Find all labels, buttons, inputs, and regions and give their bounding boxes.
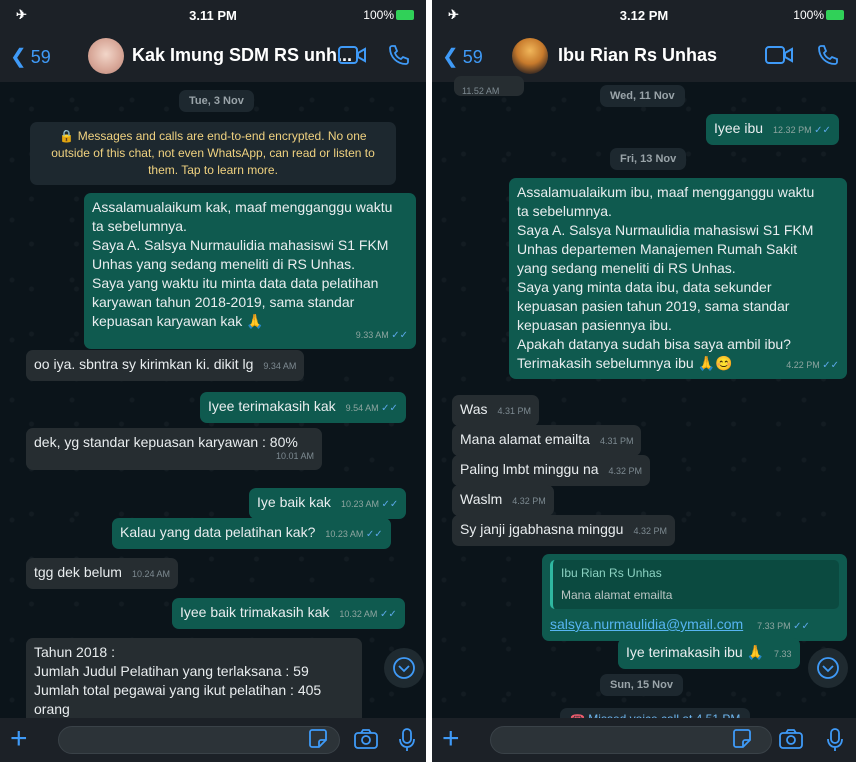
message-bubble[interactable]: dek, yg standar kepuasan karyawan : 80% … (26, 428, 322, 470)
message-bubble[interactable]: Kalau yang data pelatihan kak? 10.23 AM ✓… (112, 518, 391, 549)
unread-count: 59 (462, 47, 483, 67)
plus-icon[interactable]: + (10, 722, 28, 756)
scroll-down-icon (817, 657, 839, 679)
email-link[interactable]: salsya.nurmaulidia@ymail.com (550, 616, 743, 632)
message-list[interactable]: 11.52 AM Wed, 11 Nov Iyee ibu 12.32 PM ✓✓… (432, 76, 856, 730)
right-phone-screenshot: ✈ 3.12 PM 100% ❮ 59 Ibu Rian Rs Unhas 11.… (432, 0, 856, 762)
battery-indicator: 100% (793, 8, 844, 22)
contact-name[interactable]: Ibu Rian Rs Unhas (558, 45, 717, 66)
status-bar: ✈ 3.12 PM 100% (432, 0, 856, 30)
back-button[interactable]: ❮ 59 (10, 44, 51, 69)
chat-header: ❮ 59 Kak Imung SDM RS unh... (0, 30, 426, 82)
video-call-icon[interactable] (337, 43, 367, 67)
mic-icon[interactable] (398, 727, 416, 753)
message-bubble[interactable]: Iye baik kak 10.23 AM ✓✓ (249, 488, 407, 519)
back-chevron-icon: ❮ (10, 46, 27, 68)
battery-icon (826, 10, 844, 20)
message-bubble[interactable]: Paling lmbt minggu na 4.32 PM (452, 455, 651, 486)
reply-message-bubble[interactable]: Ibu Rian Rs Unhas Mana alamat emailta sa… (542, 554, 847, 641)
compose-bar: + (432, 718, 856, 762)
voice-call-icon[interactable] (387, 43, 411, 67)
date-chip: Fri, 13 Nov (610, 148, 687, 170)
status-bar: ✈ 3.11 PM 100% (0, 0, 426, 30)
message-bubble[interactable]: Iyee terimakasih kak 9.54 AM ✓✓ (200, 392, 406, 423)
left-phone-screenshot: ✈ 3.11 PM 100% ❮ 59 Kak Imung SDM RS unh.… (0, 0, 426, 762)
scroll-to-bottom-button[interactable] (384, 648, 424, 688)
message-list[interactable]: Tue, 3 Nov 🔒 Messages and calls are end-… (0, 82, 426, 728)
message-input[interactable] (58, 726, 340, 754)
back-button[interactable]: ❮ 59 (442, 44, 483, 69)
unread-count: 59 (30, 47, 51, 67)
message-bubble[interactable]: Mana alamat emailta 4.31 PM (452, 425, 642, 456)
battery-percent: 100% (793, 8, 824, 22)
back-chevron-icon: ❮ (442, 46, 459, 68)
date-chip: Sun, 15 Nov (600, 674, 683, 696)
message-bubble[interactable]: Sy janji jgabhasna minggu 4.32 PM (452, 515, 675, 546)
battery-icon (396, 10, 414, 20)
message-bubble[interactable]: Assalamualaikum kak, maaf mengganggu wak… (84, 193, 416, 349)
message-bubble[interactable]: Iyee baik trimakasih kak 10.32 AM ✓✓ (172, 598, 405, 629)
battery-percent: 100% (363, 8, 394, 22)
sticker-icon[interactable] (306, 727, 330, 751)
date-chip: Wed, 11 Nov (600, 85, 685, 107)
quoted-message[interactable]: Ibu Rian Rs Unhas Mana alamat emailta (550, 560, 839, 609)
status-time: 3.11 PM (189, 8, 237, 23)
compose-bar: + (0, 718, 426, 762)
avatar[interactable] (88, 38, 124, 74)
message-bubble[interactable]: Was 4.31 PM (452, 395, 540, 426)
camera-icon[interactable] (778, 727, 804, 751)
voice-call-icon[interactable] (816, 43, 840, 67)
battery-indicator: 100% (363, 8, 414, 22)
sticker-icon[interactable] (730, 727, 754, 751)
message-bubble[interactable]: oo iya. sbntra sy kirimkan ki. dikit lg 9… (26, 350, 305, 381)
date-chip: Tue, 3 Nov (179, 90, 254, 112)
scroll-down-icon (393, 657, 415, 679)
camera-icon[interactable] (353, 727, 379, 751)
contact-name[interactable]: Kak Imung SDM RS unh... (132, 45, 352, 66)
message-bubble[interactable]: Tahun 2018 : Jumlah Judul Pelatihan yang… (26, 638, 362, 728)
plus-icon[interactable]: + (442, 722, 460, 756)
message-bubble[interactable]: Iyee ibu 12.32 PM ✓✓ (706, 114, 839, 145)
message-bubble[interactable]: Iye terimakasih ibu 🙏 7.33 (618, 638, 800, 669)
lock-icon: 🔒 (59, 129, 75, 143)
mic-icon[interactable] (826, 727, 844, 753)
message-bubble[interactable]: Waslm 4.32 PM (452, 485, 554, 516)
message-bubble[interactable]: tgg dek belum 10.24 AM (26, 558, 178, 589)
chat-header: ❮ 59 Ibu Rian Rs Unhas (432, 30, 856, 82)
scroll-to-bottom-button[interactable] (808, 648, 848, 688)
video-call-icon[interactable] (764, 43, 794, 67)
avatar[interactable] (512, 38, 548, 74)
message-bubble[interactable]: Assalamualaikum ibu, maaf mengganggu wak… (509, 178, 847, 379)
encryption-notice[interactable]: 🔒 Messages and calls are end-to-end encr… (30, 122, 396, 185)
message-bubble-partial[interactable]: 11.52 AM (454, 76, 524, 96)
